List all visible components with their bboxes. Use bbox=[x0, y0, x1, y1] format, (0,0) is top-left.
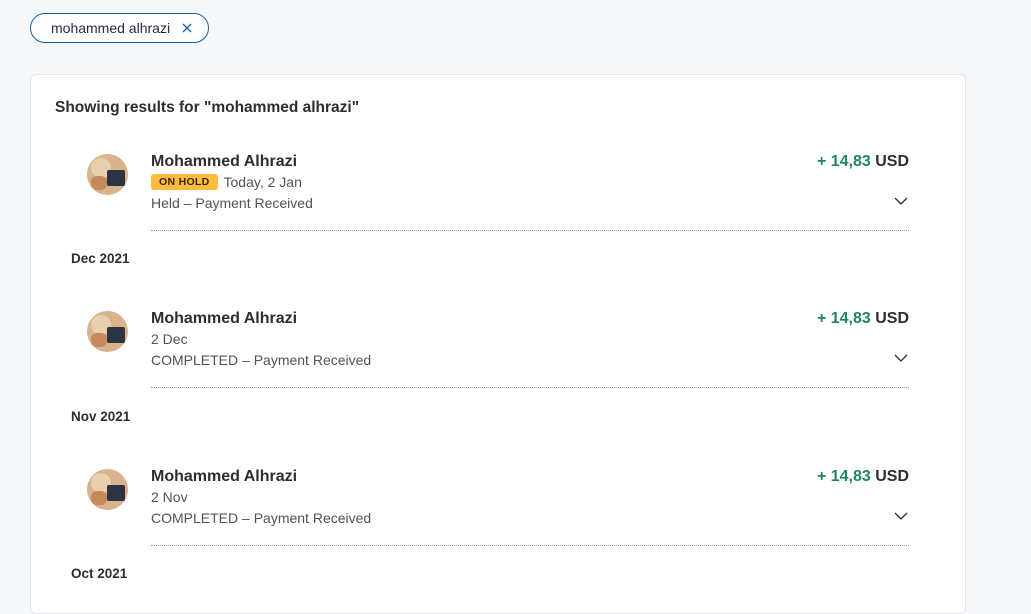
chevron-down-icon[interactable] bbox=[893, 194, 909, 208]
transaction-currency: USD bbox=[875, 468, 909, 485]
transaction-amount: + 14,83 USD bbox=[817, 310, 909, 328]
transaction-name: Mohammed Alhrazi bbox=[151, 153, 298, 170]
transaction-amount-value: + 14,83 bbox=[816, 153, 871, 170]
chevron-down-icon[interactable] bbox=[893, 351, 909, 365]
search-filter-chip-label: mohammed alhrazi bbox=[51, 20, 171, 36]
transaction-status: COMPLETED – Payment Received bbox=[151, 510, 372, 526]
transaction-meta: 2 Nov bbox=[151, 489, 188, 505]
status-badge: ON HOLD bbox=[151, 174, 218, 190]
transaction-currency: USD bbox=[875, 310, 909, 327]
divider bbox=[151, 545, 909, 546]
month-heading: Nov 2021 bbox=[71, 409, 131, 424]
transaction-status: COMPLETED – Payment Received bbox=[151, 352, 372, 368]
transaction-row[interactable]: Mohammed Alhrazi + 14,83 USD 2 Nov COMPL… bbox=[31, 468, 967, 559]
month-heading: Oct 2021 bbox=[71, 566, 128, 581]
avatar bbox=[87, 154, 128, 195]
divider bbox=[151, 230, 909, 231]
avatar bbox=[87, 469, 128, 510]
results-card: Showing results for "mohammed alhrazi" M… bbox=[30, 74, 966, 614]
transaction-status: Held – Payment Received bbox=[151, 195, 313, 211]
transaction-name: Mohammed Alhrazi bbox=[151, 468, 298, 485]
close-icon[interactable] bbox=[180, 21, 194, 35]
transaction-date: Today, 2 Jan bbox=[223, 174, 302, 190]
search-filter-chip[interactable]: mohammed alhrazi bbox=[30, 13, 209, 43]
transaction-amount-value: + 14,83 bbox=[816, 468, 871, 485]
avatar bbox=[87, 311, 128, 352]
transaction-date: 2 Dec bbox=[151, 331, 188, 347]
transaction-meta: ON HOLD Today, 2 Jan bbox=[151, 174, 302, 190]
transaction-date: 2 Nov bbox=[151, 489, 188, 505]
chevron-down-icon[interactable] bbox=[893, 509, 909, 523]
month-heading: Dec 2021 bbox=[71, 251, 130, 266]
divider bbox=[151, 387, 909, 388]
transaction-amount-value: + 14,83 bbox=[816, 310, 871, 327]
transaction-row[interactable]: Mohammed Alhrazi + 14,83 USD 2 Dec COMPL… bbox=[31, 310, 967, 401]
transaction-name: Mohammed Alhrazi bbox=[151, 310, 298, 327]
transaction-amount: + 14,83 USD bbox=[817, 468, 909, 486]
transaction-amount: + 14,83 USD bbox=[817, 153, 909, 171]
results-title: Showing results for "mohammed alhrazi" bbox=[55, 99, 360, 116]
transaction-meta: 2 Dec bbox=[151, 331, 188, 347]
transaction-currency: USD bbox=[875, 153, 909, 170]
transaction-row[interactable]: Mohammed Alhrazi + 14,83 USD ON HOLD Tod… bbox=[31, 153, 967, 244]
